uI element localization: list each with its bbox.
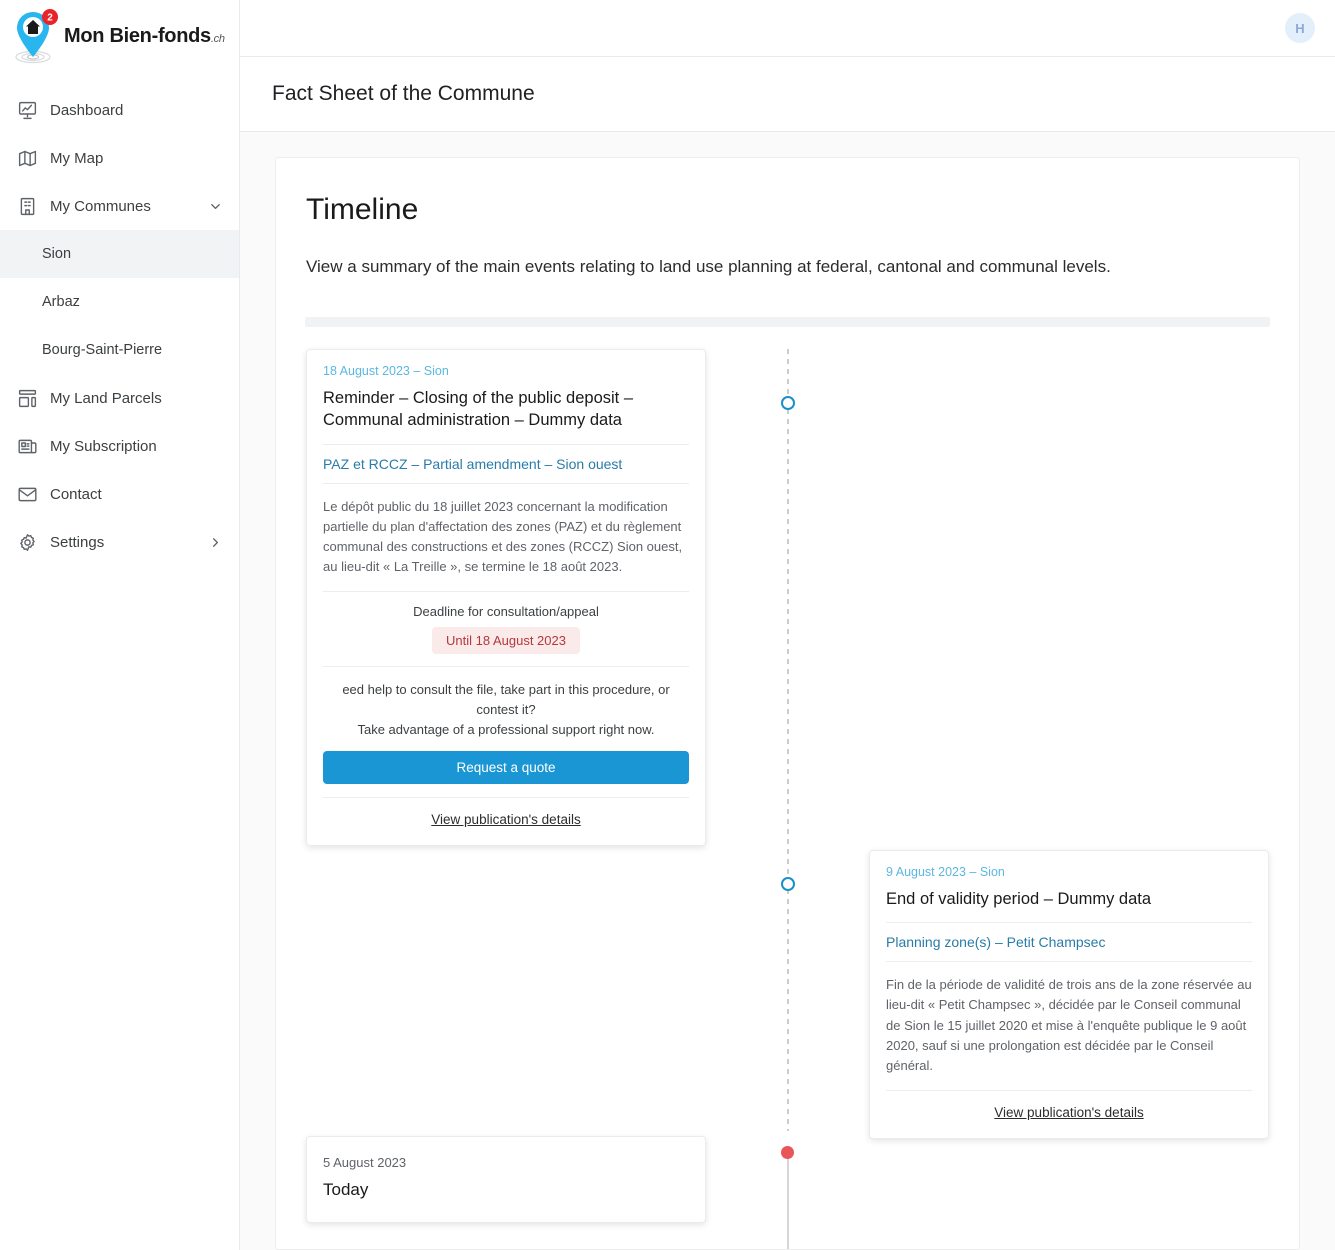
event-subtitle-link[interactable]: Planning zone(s) – Petit Champsec [886, 922, 1252, 963]
event-date: 9 August 2023 – Sion [886, 865, 1005, 879]
presentation-chart-icon [16, 99, 38, 121]
event-promo: eed help to consult the file, take part … [323, 667, 689, 750]
event-body: Le dépôt public du 18 juillet 2023 conce… [323, 498, 683, 574]
map-pin-home-icon: 2 [12, 8, 58, 64]
chevron-down-icon[interactable] [207, 198, 223, 214]
timeline-heading: Timeline [306, 193, 419, 226]
sidebar-item-label: My Subscription [50, 437, 157, 455]
timeline: 18 August 2023 – Sion Reminder – Closing… [306, 349, 1269, 1249]
page-title: Fact Sheet of the Commune [272, 82, 535, 105]
promo-line-2: Take advantage of a professional support… [357, 722, 655, 738]
sidebar-item-label: Settings [50, 533, 105, 551]
content-area: Timeline View a summary of the main even… [240, 132, 1335, 1250]
avatar[interactable]: H [1285, 13, 1315, 43]
sidebar-item-label: My Communes [50, 197, 151, 215]
event-title: End of validity period – Dummy data [886, 890, 1152, 908]
layout-parcels-icon [16, 387, 38, 409]
deadline-label: Deadline for consultation/appeal [413, 604, 599, 620]
sidebar-item-arbaz[interactable]: Arbaz [0, 278, 239, 326]
logo-badge-count: 2 [47, 13, 53, 24]
event-subtitle-link[interactable]: PAZ et RCCZ – Partial amendment – Sion o… [323, 443, 689, 484]
sidebar: 2 Mon Bien-fonds.ch Dashboard My Map My … [0, 0, 240, 1250]
main-area: H Fact Sheet of the Commune Timeline Vie… [240, 0, 1335, 1250]
timeline-row: 9 August 2023 – Sion End of validity per… [306, 850, 1269, 1139]
timeline-panel: Timeline View a summary of the main even… [275, 157, 1300, 1250]
brand-name: Mon Bien-fonds.ch [64, 24, 225, 47]
event-details-row: View publication's details [323, 798, 689, 831]
sidebar-item-my-communes[interactable]: My Communes [0, 182, 239, 230]
event-body: Fin de la période de validité de trois a… [886, 977, 1252, 1073]
timeline-card-event-2: 9 August 2023 – Sion End of validity per… [869, 850, 1269, 1139]
building-icon [16, 195, 38, 217]
sidebar-item-bourg-saint-pierre[interactable]: Bourg-Saint-Pierre [0, 326, 239, 374]
sidebar-item-label: My Map [50, 149, 104, 167]
gear-icon [16, 531, 38, 553]
sidebar-item-dashboard[interactable]: Dashboard [0, 86, 239, 134]
sidebar-item-label: Contact [50, 485, 102, 503]
event-details-row: View publication's details [886, 1091, 1252, 1124]
timeline-card-event-1: 18 August 2023 – Sion Reminder – Closing… [306, 349, 706, 846]
timeline-card-today: 5 August 2023 Today [306, 1136, 706, 1223]
timeline-scroll-strip[interactable] [305, 317, 1270, 327]
brand-logo[interactable]: 2 Mon Bien-fonds.ch [0, 0, 239, 72]
view-publication-details-link[interactable]: View publication's details [994, 1105, 1143, 1120]
event-title: Reminder – Closing of the public deposit… [323, 389, 634, 430]
map-icon [16, 147, 38, 169]
timeline-row: 18 August 2023 – Sion Reminder – Closing… [306, 349, 1269, 846]
status-badge: Until 18 August 2023 [432, 627, 580, 655]
view-publication-details-link[interactable]: View publication's details [431, 812, 580, 827]
chevron-right-icon[interactable] [207, 534, 223, 550]
top-bar: H [240, 0, 1335, 57]
sidebar-subitem-label: Arbaz [42, 294, 80, 310]
newspaper-icon [16, 435, 38, 457]
sidebar-item-label: My Land Parcels [50, 389, 162, 407]
brand-tld: .ch [210, 32, 225, 45]
today-date: 5 August 2023 [323, 1155, 407, 1170]
app-root: 2 Mon Bien-fonds.ch Dashboard My Map My … [0, 0, 1335, 1250]
request-quote-button[interactable]: Request a quote [323, 750, 689, 784]
envelope-icon [16, 483, 38, 505]
sidebar-item-my-map[interactable]: My Map [0, 134, 239, 182]
sidebar-item-contact[interactable]: Contact [0, 470, 239, 518]
sidebar-item-sion[interactable]: Sion [0, 230, 239, 278]
event-date: 18 August 2023 – Sion [323, 364, 449, 378]
sidebar-item-settings[interactable]: Settings [0, 518, 239, 566]
sidebar-subitem-label: Sion [42, 246, 72, 262]
sidebar-item-label: Dashboard [50, 101, 124, 119]
sidebar-subitem-label: Bourg-Saint-Pierre [42, 342, 163, 358]
timeline-row: 5 August 2023 Today [306, 1136, 1269, 1223]
sidebar-item-my-subscription[interactable]: My Subscription [0, 422, 239, 470]
sidebar-nav: Dashboard My Map My Communes Sion Arbaz … [0, 86, 239, 566]
sidebar-item-my-land-parcels[interactable]: My Land Parcels [0, 374, 239, 422]
timeline-description: View a summary of the main events relati… [306, 257, 1111, 276]
today-label: Today [323, 1180, 369, 1199]
page-header: Fact Sheet of the Commune [240, 57, 1335, 132]
promo-line-1: eed help to consult the file, take part … [342, 682, 670, 718]
event-deadline: Deadline for consultation/appeal Until 1… [323, 592, 689, 666]
